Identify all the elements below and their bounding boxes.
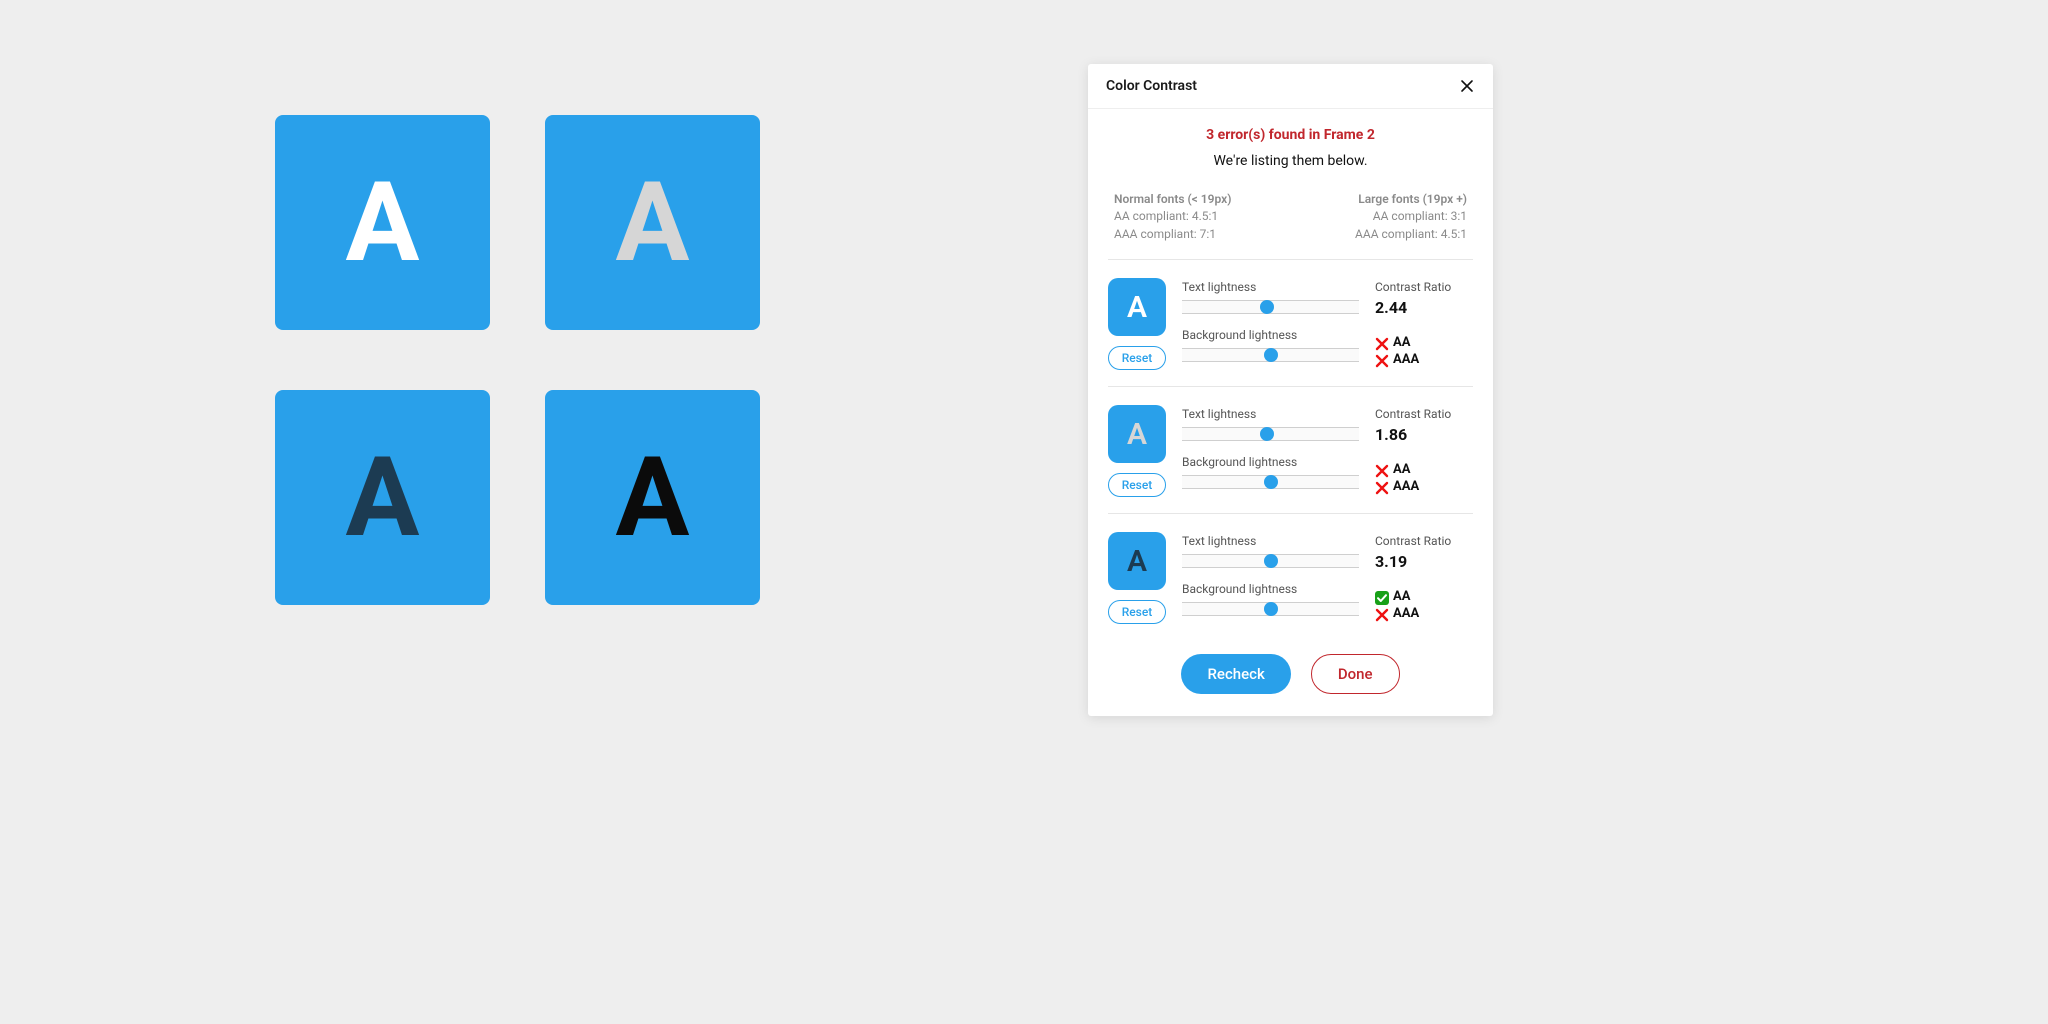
text-lightness-label: Text lightness <box>1182 280 1359 294</box>
compliance-normal-aa: AA compliant: 4.5:1 <box>1114 208 1231 225</box>
slider-thumb[interactable] <box>1264 554 1278 568</box>
reset-button[interactable]: Reset <box>1108 600 1166 624</box>
text-lightness-slider[interactable] <box>1182 554 1359 568</box>
background-lightness-group: Background lightness <box>1182 455 1359 489</box>
aa-status: AA <box>1375 589 1473 606</box>
contrast-ratio-label: Contrast Ratio <box>1375 280 1473 294</box>
color-preview: A <box>1108 532 1166 590</box>
text-lightness-label: Text lightness <box>1182 534 1359 548</box>
summary-subtext: We're listing them below. <box>1108 153 1473 169</box>
text-lightness-slider[interactable] <box>1182 427 1359 441</box>
text-lightness-slider[interactable] <box>1182 300 1359 314</box>
swatch-1[interactable]: A <box>275 115 490 330</box>
ratio-column: Contrast Ratio 2.44 AA AAA <box>1375 278 1473 370</box>
panel-footer: Recheck Done <box>1088 640 1493 716</box>
fail-icon <box>1375 464 1389 478</box>
canvas: A A A A <box>275 115 760 605</box>
contrast-ratio-label: Contrast Ratio <box>1375 407 1473 421</box>
swatch-2[interactable]: A <box>545 115 760 330</box>
compliance-large: Large fonts (19px +) AA compliant: 3:1 A… <box>1355 191 1467 243</box>
done-button[interactable]: Done <box>1311 654 1400 694</box>
aaa-status: AAA <box>1375 606 1473 623</box>
contrast-ratio-value: 2.44 <box>1375 298 1473 317</box>
reset-button[interactable]: Reset <box>1108 346 1166 370</box>
errors-list: A Reset Text lightness Background lightn… <box>1088 260 1493 640</box>
color-preview: A <box>1108 405 1166 463</box>
contrast-ratio-value: 3.19 <box>1375 552 1473 571</box>
compliance-normal-aaa: AAA compliant: 7:1 <box>1114 226 1231 243</box>
close-icon[interactable] <box>1459 78 1475 94</box>
slider-thumb[interactable] <box>1264 602 1278 616</box>
background-lightness-label: Background lightness <box>1182 455 1359 469</box>
text-lightness-label: Text lightness <box>1182 407 1359 421</box>
fail-icon <box>1375 608 1389 622</box>
panel-header: Color Contrast <box>1088 64 1493 109</box>
slider-thumb[interactable] <box>1260 300 1274 314</box>
compliance-normal: Normal fonts (< 19px) AA compliant: 4.5:… <box>1114 191 1231 243</box>
slider-thumb[interactable] <box>1260 427 1274 441</box>
aaa-status: AAA <box>1375 352 1473 369</box>
error-row: A Reset Text lightness Background lightn… <box>1088 260 1493 386</box>
background-lightness-slider[interactable] <box>1182 348 1359 362</box>
fail-icon <box>1375 337 1389 351</box>
preview-column: A Reset <box>1108 278 1166 370</box>
sliders-column: Text lightness Background lightness <box>1182 405 1359 497</box>
background-lightness-slider[interactable] <box>1182 475 1359 489</box>
swatch-4[interactable]: A <box>545 390 760 605</box>
aa-status: AA <box>1375 462 1473 479</box>
compliance-normal-heading: Normal fonts (< 19px) <box>1114 191 1231 208</box>
text-lightness-group: Text lightness <box>1182 407 1359 441</box>
reset-button[interactable]: Reset <box>1108 473 1166 497</box>
aa-status: AA <box>1375 335 1473 352</box>
sliders-column: Text lightness Background lightness <box>1182 278 1359 370</box>
summary: 3 error(s) found in Frame 2 We're listin… <box>1088 109 1493 175</box>
error-count: 3 error(s) found in Frame 2 <box>1108 127 1473 143</box>
color-contrast-panel: Color Contrast 3 error(s) found in Frame… <box>1088 64 1493 716</box>
compliance-large-aaa: AAA compliant: 4.5:1 <box>1355 226 1467 243</box>
pass-icon <box>1375 591 1389 605</box>
text-lightness-group: Text lightness <box>1182 280 1359 314</box>
fail-icon <box>1375 481 1389 495</box>
color-preview: A <box>1108 278 1166 336</box>
error-row: A Reset Text lightness Background lightn… <box>1088 514 1493 640</box>
sliders-column: Text lightness Background lightness <box>1182 532 1359 624</box>
slider-thumb[interactable] <box>1264 475 1278 489</box>
aaa-status: AAA <box>1375 479 1473 496</box>
preview-column: A Reset <box>1108 405 1166 497</box>
background-lightness-group: Background lightness <box>1182 328 1359 362</box>
preview-column: A Reset <box>1108 532 1166 624</box>
text-lightness-group: Text lightness <box>1182 534 1359 568</box>
compliance-info: Normal fonts (< 19px) AA compliant: 4.5:… <box>1088 175 1493 259</box>
swatch-3[interactable]: A <box>275 390 490 605</box>
compliance-large-heading: Large fonts (19px +) <box>1355 191 1467 208</box>
background-lightness-label: Background lightness <box>1182 582 1359 596</box>
ratio-column: Contrast Ratio 3.19 AA AAA <box>1375 532 1473 624</box>
background-lightness-slider[interactable] <box>1182 602 1359 616</box>
compliance-large-aa: AA compliant: 3:1 <box>1355 208 1467 225</box>
panel-title: Color Contrast <box>1106 78 1197 94</box>
contrast-ratio-label: Contrast Ratio <box>1375 534 1473 548</box>
background-lightness-label: Background lightness <box>1182 328 1359 342</box>
fail-icon <box>1375 354 1389 368</box>
recheck-button[interactable]: Recheck <box>1181 654 1290 694</box>
contrast-ratio-value: 1.86 <box>1375 425 1473 444</box>
error-row: A Reset Text lightness Background lightn… <box>1088 387 1493 513</box>
ratio-column: Contrast Ratio 1.86 AA AAA <box>1375 405 1473 497</box>
slider-thumb[interactable] <box>1264 348 1278 362</box>
background-lightness-group: Background lightness <box>1182 582 1359 616</box>
